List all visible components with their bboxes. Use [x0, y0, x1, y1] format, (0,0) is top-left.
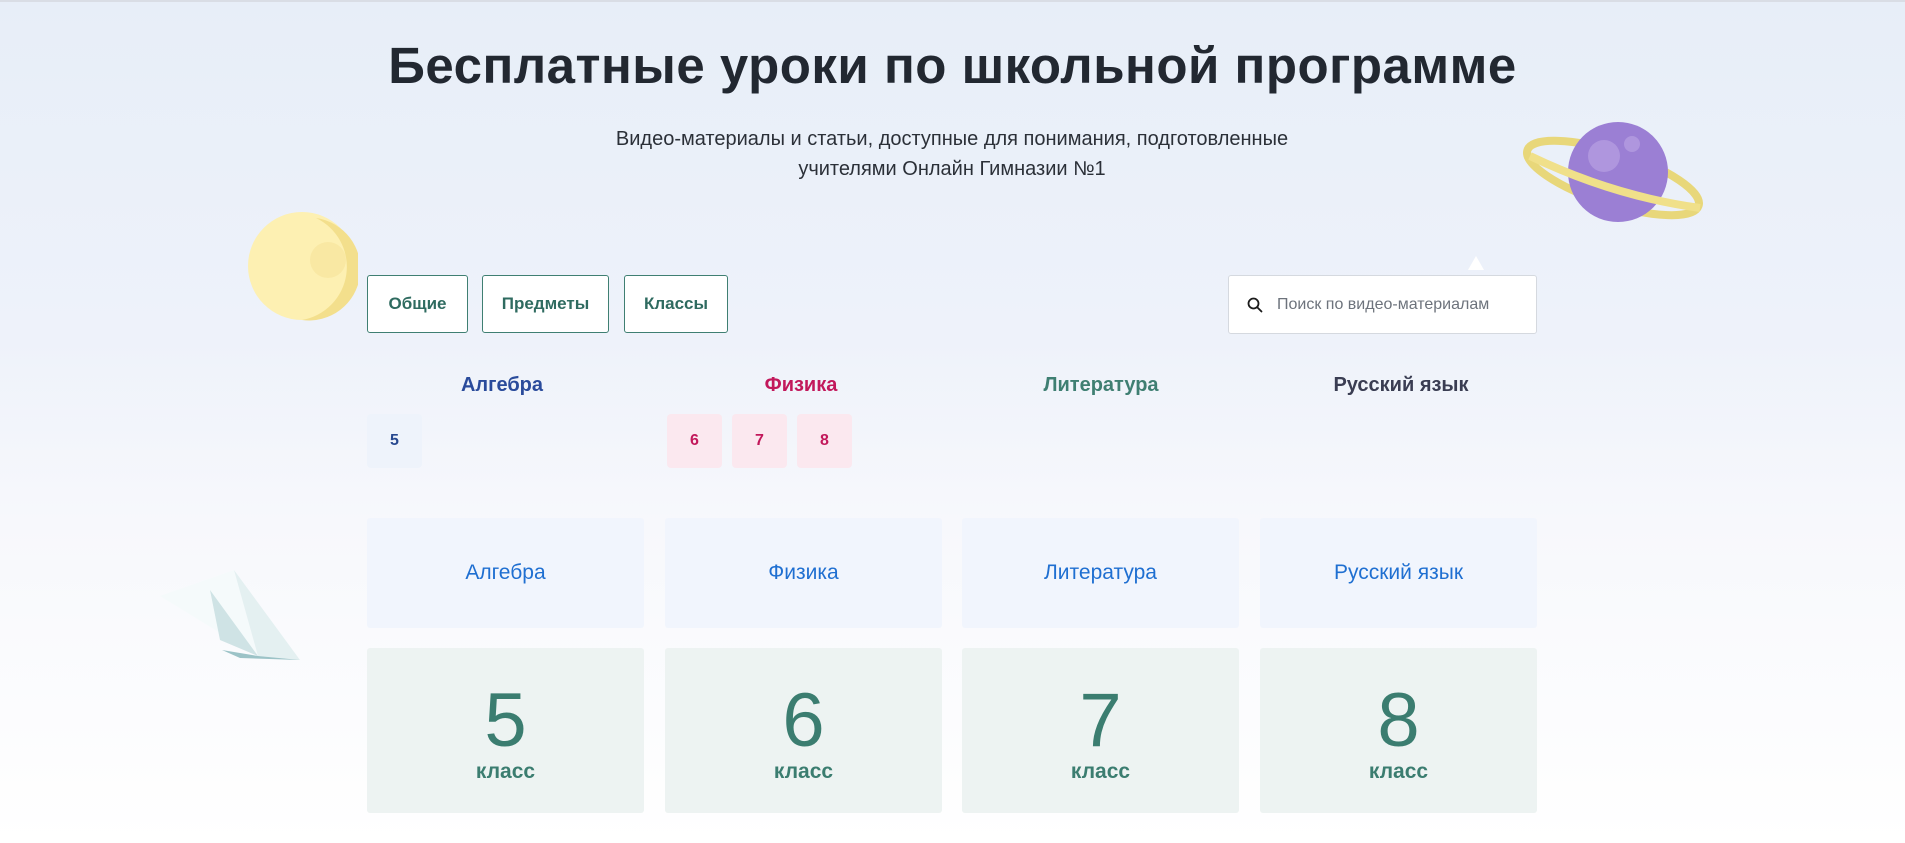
page-title: Бесплатные уроки по школьной программе: [388, 37, 1517, 94]
subject-card-physics[interactable]: Физика: [665, 518, 942, 628]
grade-label: класс: [773, 759, 834, 783]
grade-card-7[interactable]: 7 класс: [962, 648, 1239, 813]
sparkle-icon: [1468, 256, 1484, 270]
grade-number: 7: [1079, 677, 1122, 763]
subject-header-russian[interactable]: Русский язык: [1251, 374, 1551, 397]
grade-label: класс: [1070, 759, 1131, 783]
grade-card-6[interactable]: 6 класс: [665, 648, 942, 813]
paper-plane-illustration: [160, 570, 300, 660]
algebra-grade-chip-5[interactable]: 5: [367, 414, 422, 468]
physics-grade-chip-7[interactable]: 7: [732, 414, 787, 468]
search-icon: [1247, 297, 1263, 312]
grade-label: класс: [475, 759, 536, 783]
top-border: [0, 0, 1905, 2]
grade-number: 6: [782, 677, 825, 763]
planet-illustration: [1523, 122, 1703, 222]
grade-card-5[interactable]: 5 класс: [367, 648, 644, 813]
subtitle-line-1: Видео-материалы и статьи, доступные для …: [615, 128, 1289, 150]
filter-general-button[interactable]: Общие: [367, 275, 468, 333]
physics-grade-chip-6[interactable]: 6: [667, 414, 722, 468]
moon-illustration: [248, 212, 358, 321]
subject-header-algebra[interactable]: Алгебра: [352, 374, 652, 397]
subject-card-literature[interactable]: Литература: [962, 518, 1239, 628]
page-subtitle: Видео-материалы и статьи, доступные для …: [572, 124, 1332, 184]
physics-grade-chip-8[interactable]: 8: [797, 414, 852, 468]
subject-card-russian[interactable]: Русский язык: [1260, 518, 1537, 628]
grade-card-8[interactable]: 8 класс: [1260, 648, 1537, 813]
search-box[interactable]: [1228, 275, 1537, 334]
filter-subjects-button[interactable]: Предметы: [482, 275, 609, 333]
grade-number: 8: [1377, 677, 1420, 763]
subject-header-physics[interactable]: Физика: [651, 374, 951, 397]
search-input[interactable]: [1275, 294, 1519, 315]
subtitle-line-2: учителями Онлайн Гимназии №1: [798, 158, 1106, 180]
subject-card-algebra[interactable]: Алгебра: [367, 518, 644, 628]
subject-header-literature[interactable]: Литература: [951, 374, 1251, 397]
filter-grades-button[interactable]: Классы: [624, 275, 728, 333]
grade-label: класс: [1368, 759, 1429, 783]
grade-number: 5: [484, 677, 527, 763]
